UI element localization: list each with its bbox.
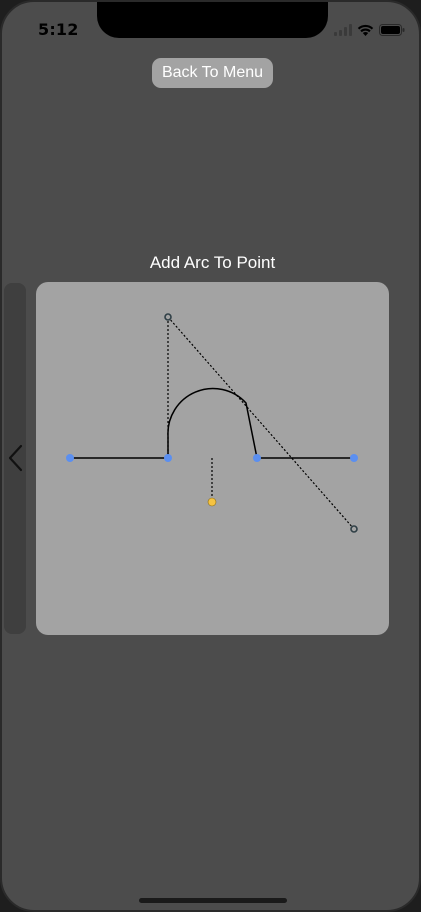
status-time: 5:12 [38, 20, 79, 39]
home-indicator[interactable] [139, 898, 287, 903]
arc-demo-canvas [36, 282, 389, 635]
arc-path [70, 387, 354, 459]
arc-demo-drawing [66, 313, 358, 533]
arc-start-point-handle[interactable] [164, 454, 172, 462]
tangent-point-2-handle[interactable] [350, 525, 358, 533]
status-icons [334, 22, 405, 38]
end-point-handle[interactable] [350, 454, 358, 462]
battery-icon [379, 24, 405, 36]
arc-end-point-handle[interactable] [253, 454, 261, 462]
demo-title: Add Arc To Point [149, 253, 276, 272]
start-point-handle[interactable] [66, 454, 74, 462]
wifi-icon [357, 24, 374, 36]
device-notch [97, 2, 328, 38]
tangent-guide-line [167, 316, 355, 530]
chevron-left-icon [8, 444, 23, 472]
previous-page-tab[interactable] [4, 283, 26, 634]
radius-handle[interactable] [207, 497, 217, 507]
tangent-point-1-handle[interactable] [164, 313, 172, 321]
cellular-signal-icon [334, 24, 352, 36]
device-screen: 5:12 Back To Menu Add Arc To Point [0, 0, 421, 912]
back-to-menu-button[interactable]: Back To Menu [152, 58, 273, 88]
